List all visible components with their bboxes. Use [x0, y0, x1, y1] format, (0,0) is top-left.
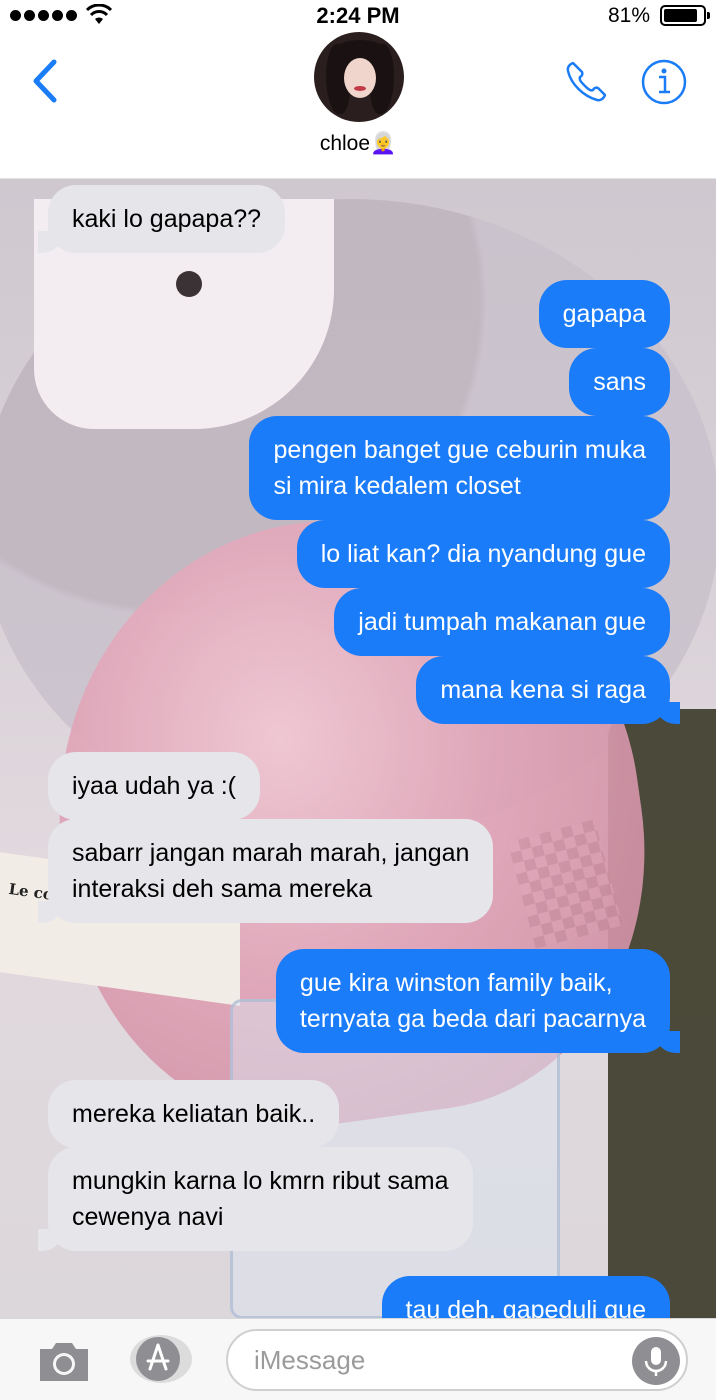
message-input-bar [0, 1318, 716, 1400]
message-bubble-sent[interactable]: gapapa [538, 280, 670, 348]
phone-icon[interactable] [562, 58, 610, 106]
battery-icon [660, 5, 710, 26]
info-icon[interactable] [640, 58, 688, 106]
camera-icon[interactable] [36, 1339, 92, 1383]
message-bubble-received[interactable]: mungkin karna lo kmrn ribut sama cewenya… [38, 1147, 473, 1251]
message-thread[interactable]: Le comte de Monte kaki lo gapapa?? gapap… [0, 179, 716, 1318]
message-bubble-sent[interactable]: sans [569, 348, 670, 416]
message-bubble-received[interactable]: sabarr jangan marah marah, jangan intera… [37, 819, 494, 923]
message-bubble-sent[interactable]: pengen banget gue ceburin muka si mira k… [249, 416, 670, 520]
contact-name[interactable]: chloe👩‍🦳 [0, 132, 716, 156]
battery-percent: 81% [607, 4, 650, 27]
status-bar: 2:24 PM 81% [0, 0, 716, 32]
message-bubble-received[interactable]: iyaa udah ya :( [48, 752, 260, 820]
message-bubble-sent[interactable]: jadi tumpah makanan gue [334, 588, 670, 656]
message-bubble-received[interactable]: mereka keliatan baik.. [48, 1080, 340, 1148]
message-bubble-sent[interactable]: lo liat kan? dia nyandung gue [296, 520, 670, 588]
chevron-left-icon[interactable] [26, 56, 66, 106]
message-bubble-received[interactable]: kaki lo gapapa?? [37, 185, 286, 253]
microphone-icon[interactable] [632, 1337, 680, 1385]
conversation-header: chloe👩‍🦳 [0, 32, 716, 179]
contact-avatar[interactable] [314, 32, 404, 122]
message-bubble-sent[interactable]: tau deh, gapeduli gue [381, 1276, 670, 1318]
imessage-input[interactable] [226, 1329, 688, 1391]
message-bubble-sent[interactable]: gue kira winston family baik, ternyata g… [275, 949, 681, 1053]
message-bubble-sent[interactable]: mana kena si raga [416, 656, 680, 724]
wallpaper-record-hole [176, 271, 202, 297]
app-store-icon[interactable] [128, 1333, 194, 1385]
